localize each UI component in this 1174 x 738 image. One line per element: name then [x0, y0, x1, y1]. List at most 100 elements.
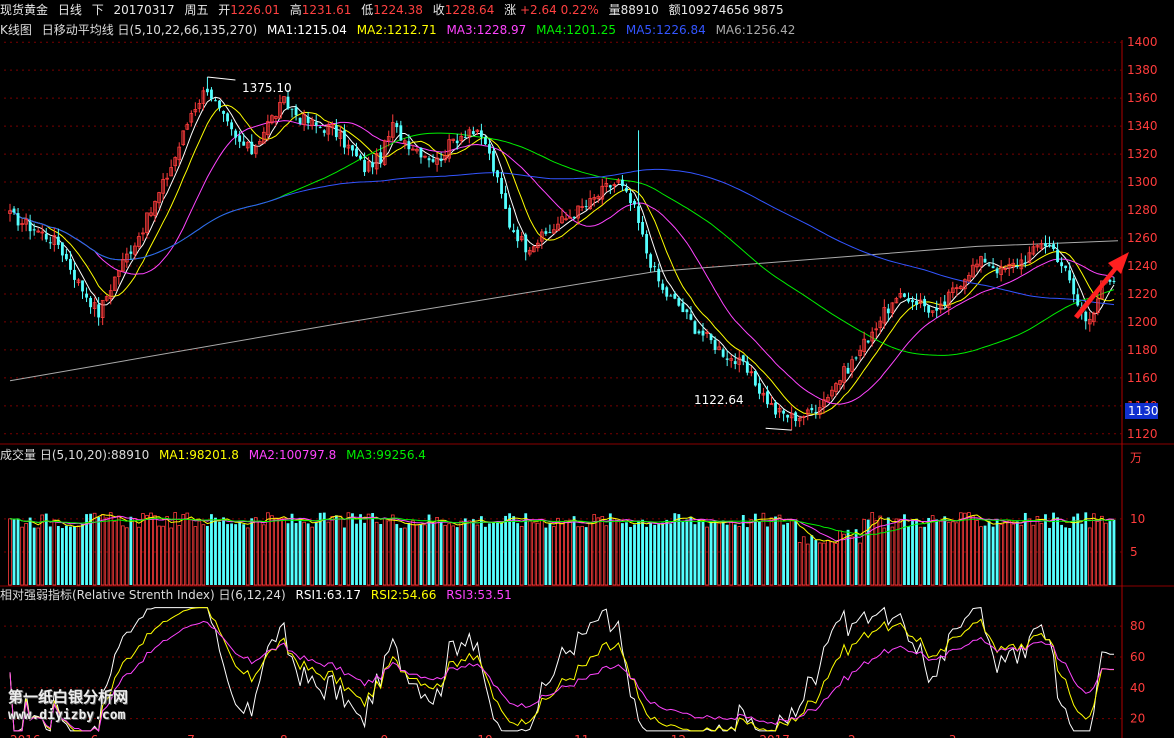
volume-bar	[805, 543, 810, 586]
volume-bar	[20, 526, 24, 586]
candle-body	[314, 122, 318, 126]
volume-bar	[794, 519, 798, 585]
volume-bar	[1039, 523, 1044, 586]
volume-bar	[24, 523, 28, 586]
volume-bar	[346, 512, 351, 586]
candle-body	[544, 231, 548, 234]
x-axis-label: 8	[280, 733, 288, 738]
volume-ma3-line	[9, 517, 1115, 536]
candle-body	[689, 314, 693, 320]
volume-bar	[471, 519, 475, 585]
candle-body	[294, 107, 298, 116]
volume-bar	[637, 520, 640, 585]
volume-bar	[629, 526, 632, 585]
volume-bar	[343, 527, 346, 585]
candle-body	[846, 367, 850, 374]
volume-bar	[459, 520, 464, 586]
volume-bar	[427, 514, 431, 585]
candle-body	[911, 300, 914, 303]
kline-chart-canvas[interactable]: 1120114011601180120012201240126012801300…	[0, 0, 1174, 738]
volume-bar	[685, 519, 689, 585]
candle-body	[866, 340, 870, 343]
volume-bar	[1068, 528, 1072, 585]
candle-body	[709, 334, 713, 341]
candle-body	[1072, 278, 1076, 295]
volume-bar	[218, 521, 221, 585]
volume-bar	[572, 516, 576, 585]
volume-bar	[967, 512, 971, 586]
volume-bar	[326, 521, 331, 586]
volume-bar	[355, 523, 358, 585]
candle-body	[1076, 294, 1080, 306]
volume-bar	[97, 517, 101, 585]
volume-bar	[661, 522, 665, 585]
volume-bar	[153, 515, 157, 586]
volume-bar	[314, 521, 318, 585]
volume-bar	[379, 524, 383, 585]
volume-bar	[64, 525, 68, 585]
candle-body	[355, 148, 358, 157]
candle-body	[230, 122, 234, 130]
volume-bar	[169, 527, 173, 586]
volume-bar	[665, 519, 669, 585]
price-tick-label: 1200	[1127, 315, 1158, 329]
x-axis-label: 2	[848, 733, 856, 738]
candle-body	[1064, 265, 1068, 269]
volume-bar	[991, 526, 995, 585]
volume-bar	[395, 524, 399, 585]
volume-bar	[943, 516, 947, 585]
x-axis-label: 9	[381, 733, 389, 738]
watermark-line2: www.diyizby.com	[8, 708, 126, 723]
x-axis-label: 11	[574, 733, 589, 738]
rsi-tick-label: 20	[1130, 712, 1145, 726]
candle-body	[814, 411, 818, 413]
volume-bar	[1031, 524, 1036, 586]
candle-body	[733, 361, 737, 365]
candle-body	[995, 268, 999, 274]
volume-bar	[193, 526, 198, 586]
volume-bar	[112, 520, 117, 586]
candle-body	[73, 269, 76, 280]
volume-bar	[797, 542, 802, 586]
candle-body	[407, 141, 411, 150]
volume-bar	[447, 523, 451, 586]
volume-bar	[786, 522, 790, 585]
volume-bar	[214, 517, 217, 585]
volume-bar	[673, 513, 677, 585]
volume-bar	[580, 525, 584, 586]
volume-bar	[935, 519, 939, 585]
volume-bar	[1104, 522, 1108, 586]
candle-body	[89, 297, 92, 308]
candle-body	[758, 383, 761, 394]
candle-body	[935, 308, 939, 311]
candle-body	[250, 141, 254, 155]
candle-body	[1015, 265, 1019, 267]
volume-bar	[733, 524, 737, 585]
volume-bar	[479, 516, 483, 585]
volume-bar	[830, 541, 834, 586]
volume-bar	[363, 522, 366, 585]
candle-body	[794, 412, 798, 422]
low-mark-label: 1122.64	[694, 393, 744, 407]
candle-body	[629, 193, 632, 204]
candle-body	[524, 234, 528, 253]
candle-body	[741, 355, 745, 362]
x-axis-label: 10	[477, 733, 492, 738]
candle-body	[927, 305, 931, 313]
volume-bar	[242, 524, 246, 585]
candle-body	[673, 293, 677, 299]
candle-body	[318, 126, 322, 128]
candle-body	[484, 137, 487, 145]
volume-bar	[463, 518, 467, 585]
volume-bar	[890, 526, 895, 586]
candle-body	[782, 410, 785, 414]
volume-bar	[576, 526, 580, 586]
candle-body	[625, 187, 628, 192]
volume-bar	[709, 521, 713, 585]
candle-body	[854, 357, 858, 359]
candle-body	[334, 125, 338, 138]
candle-body	[774, 402, 777, 415]
volume-bar	[600, 516, 605, 586]
candle-body	[488, 144, 491, 154]
candle-body	[1068, 270, 1072, 281]
